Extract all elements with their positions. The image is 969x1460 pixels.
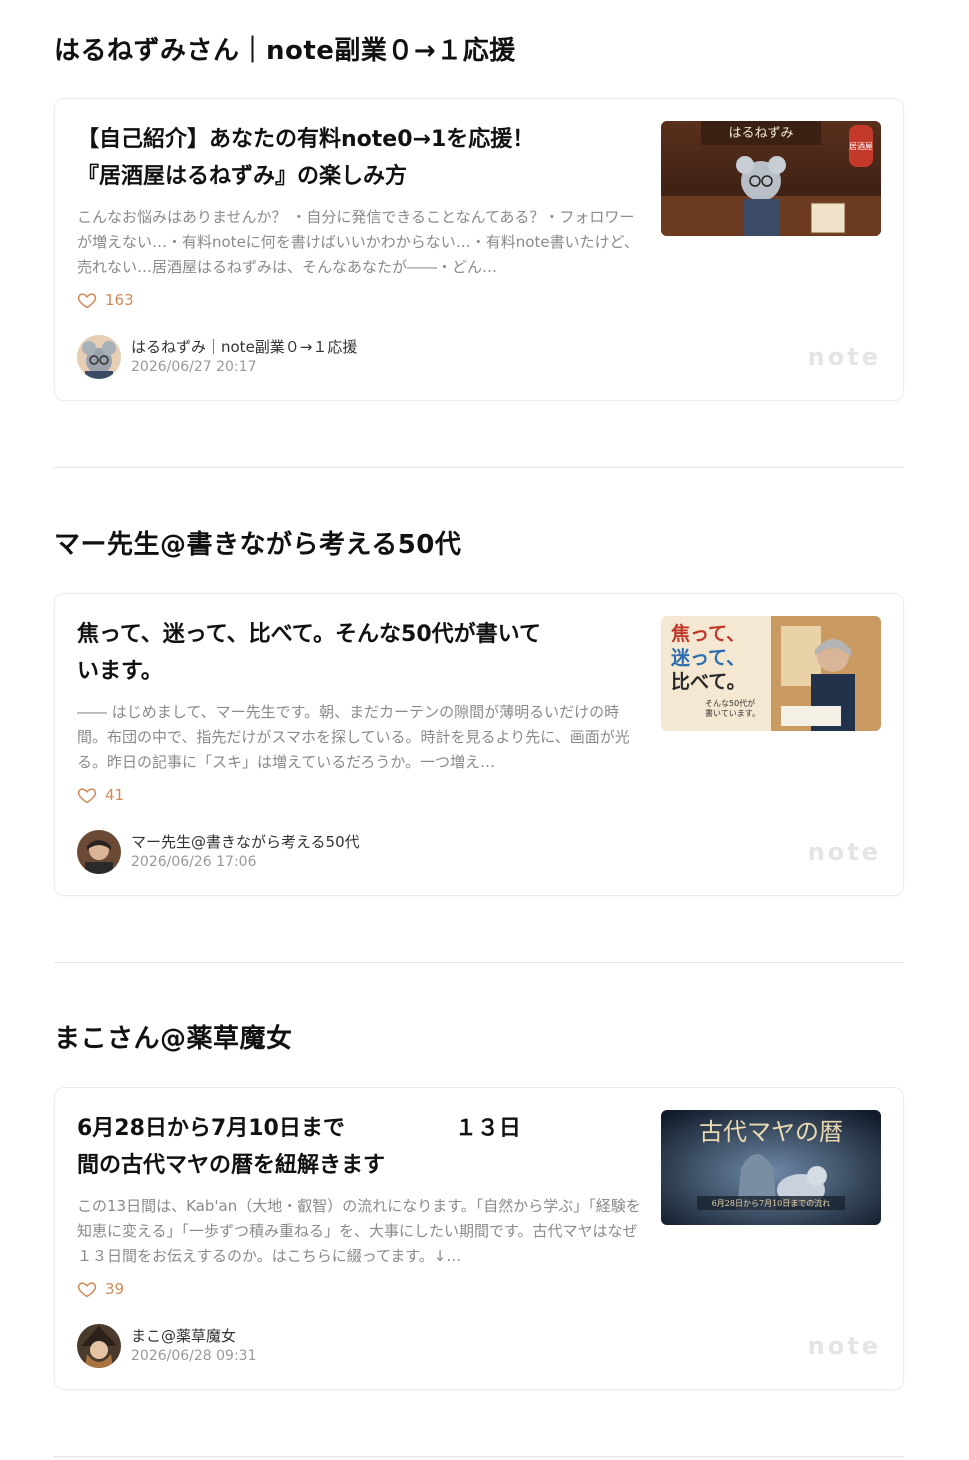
section-title: はるねずみさん｜note副業０→１応援 (54, 36, 516, 66)
article-card[interactable]: 【自己紹介】あなたの有料note0→1を応援！ 『居酒屋はるねずみ』の楽しみ方 … (54, 98, 904, 401)
section-title: まこさん@薬草魔女 (54, 1024, 293, 1054)
lantern-text: 居酒屋 (849, 142, 873, 151)
like-row: 39 (77, 1279, 124, 1299)
author-row: まこ@薬草魔女 2026/06/28 09:31 (77, 1324, 257, 1368)
note-logo: note (807, 838, 881, 866)
thumbnail-subtitle: 6月28日から7月10日までの流れ (712, 1198, 831, 1208)
thumbnail-line-1: 焦って、 (670, 622, 745, 645)
thumbnail-line-3: 比べて。 (671, 671, 746, 693)
post-date: 2026/06/27 20:17 (131, 359, 257, 375)
post-date: 2026/06/26 17:06 (131, 854, 257, 870)
avatar[interactable] (77, 830, 121, 874)
avatar[interactable] (77, 335, 121, 379)
divider (54, 962, 904, 963)
divider (54, 1456, 904, 1457)
article-excerpt: この13日間は、Kab'an（大地・叡智）の流れになります。「自然から学ぶ」「経… (77, 1197, 641, 1265)
article-title[interactable]: 6月28日から7月10日まで １３日 間の古代マヤの暦を紐解きます (77, 1110, 637, 1184)
thumbnail-sign-text: はるねずみ (728, 126, 793, 141)
article-excerpt: ―― はじめまして、マー先生です。朝、まだカーテンの隙間が薄明るいだけの時間。布… (77, 703, 630, 771)
avatar[interactable] (77, 1324, 121, 1368)
article-title[interactable]: 焦って、迷って、比べて。そんな50代が書いて います。 (77, 616, 637, 690)
section-title: マー先生@書きながら考える50代 (54, 530, 462, 560)
heart-icon[interactable] (77, 290, 97, 310)
divider (54, 467, 904, 468)
like-row: 41 (77, 785, 124, 805)
author-row: マー先生@書きながら考える50代 2026/06/26 17:06 (77, 830, 360, 874)
thumbnail-line-2: 迷って、 (670, 647, 745, 669)
like-count: 163 (105, 291, 134, 309)
heart-icon[interactable] (77, 785, 97, 805)
article-excerpt: こんなお悩みはありませんか？ ・自分に発信できることなんてある？・フォロワーが増… (77, 208, 639, 276)
author-name[interactable]: まこ@薬草魔女 (131, 1326, 257, 1346)
post-date: 2026/06/28 09:31 (131, 1348, 257, 1364)
like-count: 41 (105, 786, 125, 804)
author-name[interactable]: マー先生@書きながら考える50代 (131, 832, 360, 852)
author-row: はるねずみ｜note副業０→１応援 2026/06/27 20:17 (77, 335, 357, 379)
article-title[interactable]: 【自己紹介】あなたの有料note0→1を応援！ 『居酒屋はるねずみ』の楽しみ方 (77, 121, 637, 195)
note-logo: note (807, 1332, 881, 1360)
author-name[interactable]: はるねずみ｜note副業０→１応援 (131, 337, 357, 357)
note-logo: note (807, 343, 881, 371)
thumbnail-sub-1: そんな50代が (705, 698, 755, 708)
article-card[interactable]: 焦って、迷って、比べて。そんな50代が書いて います。 ―― はじめまして、マー… (54, 593, 904, 896)
like-count: 39 (105, 1280, 125, 1298)
thumbnail-sub-2: 書いています。 (705, 708, 760, 718)
like-row: 163 (77, 290, 134, 310)
article-thumbnail[interactable]: 古代マヤの暦 6月28日から7月10日までの流れ (661, 1110, 881, 1225)
heart-icon[interactable] (77, 1279, 97, 1299)
article-thumbnail[interactable]: 焦って、 迷って、 比べて。 そんな50代が 書いています。 (661, 616, 881, 731)
article-card[interactable]: 6月28日から7月10日まで １３日 間の古代マヤの暦を紐解きます この13日間… (54, 1087, 904, 1390)
thumbnail-title: 古代マヤの暦 (699, 1118, 843, 1146)
article-thumbnail[interactable]: はるねずみ 居酒屋 (661, 121, 881, 236)
